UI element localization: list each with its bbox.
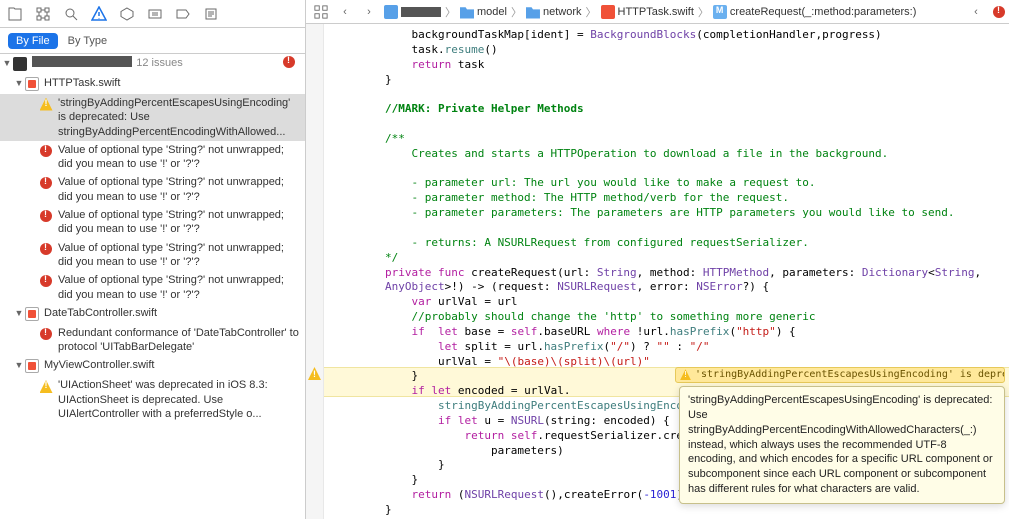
gutter-warning-icon[interactable]: [308, 367, 321, 380]
issue-project-row[interactable]: ▼ 12 issues: [0, 54, 305, 74]
code-editor[interactable]: backgroundTaskMap[ident] = BackgroundBlo…: [306, 24, 1009, 519]
issue-file-row[interactable]: ▼ DateTabController.swift: [0, 304, 305, 324]
jump-project[interactable]: [382, 5, 443, 19]
jump-folder[interactable]: network: [524, 5, 584, 19]
navigator-panel: By File By Type ▼ 12 issues ▼ HTTPTask.s…: [0, 0, 306, 519]
test-nav-icon[interactable]: [116, 3, 138, 25]
breakpoint-nav-icon[interactable]: [172, 3, 194, 25]
error-icon: [40, 145, 52, 157]
gutter[interactable]: [306, 24, 324, 519]
report-nav-icon[interactable]: [200, 3, 222, 25]
tooltip-text: 'stringByAddingPercentEscapesUsingEncodi…: [688, 394, 993, 495]
warning-tooltip: 'stringByAddingPercentEscapesUsingEncodi…: [679, 386, 1005, 504]
issues-tree[interactable]: ▼ 12 issues ▼ HTTPTask.swift 'stringByAd…: [0, 54, 305, 519]
chevron-right-icon: 〉: [511, 4, 522, 20]
filter-by-type[interactable]: By Type: [68, 35, 108, 47]
issue-filter-bar: By File By Type: [0, 28, 305, 54]
error-icon: [40, 210, 52, 222]
file-name: MyViewController.swift: [44, 358, 301, 372]
issue-item-error[interactable]: Value of optional type 'String?' not unw…: [0, 206, 305, 239]
warning-icon: [40, 98, 53, 111]
nav-forward-button[interactable]: ›: [358, 2, 380, 22]
error-indicator-icon: [993, 6, 1005, 18]
issue-count: 12 issues: [136, 56, 182, 70]
prev-issue-button[interactable]: ‹: [965, 2, 987, 22]
issue-text: 'stringByAddingPercentEscapesUsingEncodi…: [58, 96, 301, 139]
nav-back-button[interactable]: ‹: [334, 2, 356, 22]
symbol-nav-icon[interactable]: [32, 3, 54, 25]
error-indicator-icon: [283, 56, 295, 68]
issue-text: Redundant conformance of 'DateTabControl…: [58, 326, 301, 355]
error-icon: [40, 328, 52, 340]
folder-icon: [526, 5, 540, 19]
issue-file-row[interactable]: ▼ HTTPTask.swift: [0, 74, 305, 94]
issue-item-error[interactable]: Redundant conformance of 'DateTabControl…: [0, 324, 305, 357]
warning-icon: [40, 380, 53, 393]
method-icon: [713, 5, 727, 19]
error-icon: [40, 275, 52, 287]
issue-text: 'UIActionSheet' was deprecated in iOS 8.…: [58, 378, 301, 421]
issue-item-error[interactable]: Value of optional type 'String?' not unw…: [0, 239, 305, 272]
inline-warning-banner[interactable]: 'stringByAddingPercentEscapesUsingEncodi…: [675, 367, 1005, 383]
swift-file-icon: [25, 307, 39, 321]
file-name: HTTPTask.swift: [44, 76, 301, 90]
related-items-icon[interactable]: [310, 2, 332, 22]
project-nav-icon[interactable]: [4, 3, 26, 25]
navigator-toolbar: [0, 0, 305, 28]
jump-bar: ‹ › 〉 model 〉 network 〉 HTTPTask.swift 〉…: [306, 0, 1009, 24]
jump-file[interactable]: HTTPTask.swift: [599, 5, 696, 19]
swift-file-icon: [601, 5, 615, 19]
project-name-redacted: [32, 56, 132, 67]
swift-file-icon: [25, 77, 39, 91]
warning-icon: [680, 369, 691, 380]
chevron-right-icon: 〉: [586, 4, 597, 20]
debug-nav-icon[interactable]: [144, 3, 166, 25]
chevron-right-icon: 〉: [698, 4, 709, 20]
jump-label: HTTPTask.swift: [618, 6, 694, 18]
project-icon: [384, 5, 398, 19]
issue-item-error[interactable]: Value of optional type 'String?' not unw…: [0, 271, 305, 304]
issue-item-warning[interactable]: 'stringByAddingPercentEscapesUsingEncodi…: [0, 94, 305, 141]
error-icon: [40, 243, 52, 255]
issue-text: Value of optional type 'String?' not unw…: [58, 143, 301, 172]
filter-by-file[interactable]: By File: [8, 33, 58, 49]
jump-label: model: [477, 6, 507, 18]
folder-icon: [460, 5, 474, 19]
editor-panel: ‹ › 〉 model 〉 network 〉 HTTPTask.swift 〉…: [306, 0, 1009, 519]
issue-text: Value of optional type 'String?' not unw…: [58, 175, 301, 204]
issue-nav-icon[interactable]: [88, 3, 110, 25]
chevron-right-icon: 〉: [445, 4, 456, 20]
error-icon: [40, 177, 52, 189]
jump-symbol[interactable]: createRequest(_:method:parameters:): [711, 5, 918, 19]
issue-item-warning[interactable]: 'UIActionSheet' was deprecated in iOS 8.…: [0, 376, 305, 423]
project-name-redacted: [401, 7, 441, 17]
file-name: DateTabController.swift: [44, 306, 301, 320]
issue-text: Value of optional type 'String?' not unw…: [58, 273, 301, 302]
issue-text: Value of optional type 'String?' not unw…: [58, 208, 301, 237]
issue-item-error[interactable]: Value of optional type 'String?' not unw…: [0, 141, 305, 174]
find-nav-icon[interactable]: [60, 3, 82, 25]
jump-label: network: [543, 6, 582, 18]
issue-file-row[interactable]: ▼ MyViewController.swift: [0, 356, 305, 376]
jump-label: createRequest(_:method:parameters:): [730, 6, 916, 18]
swift-file-icon: [25, 359, 39, 373]
jump-folder[interactable]: model: [458, 5, 509, 19]
issue-item-error[interactable]: Value of optional type 'String?' not unw…: [0, 173, 305, 206]
project-icon: [13, 57, 27, 71]
issue-text: Value of optional type 'String?' not unw…: [58, 241, 301, 270]
inline-warning-text: 'stringByAddingPercentEscapesUsingEncodi…: [695, 368, 1005, 382]
